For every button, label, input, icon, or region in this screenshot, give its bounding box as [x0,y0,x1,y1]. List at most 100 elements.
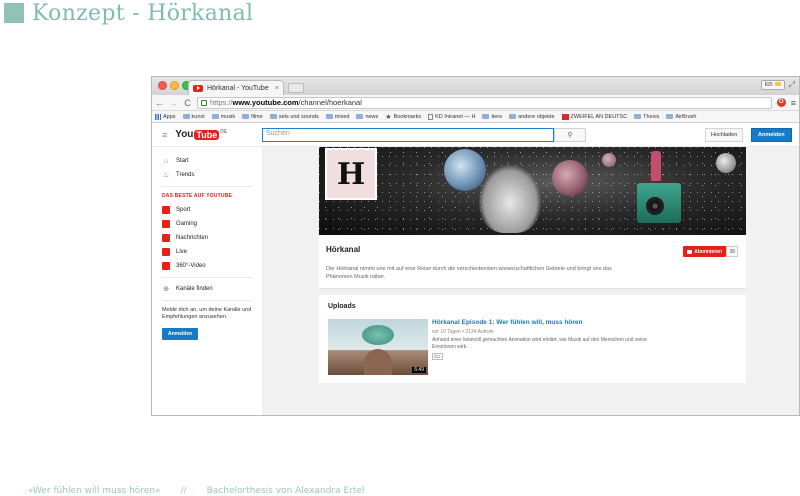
folder-icon [356,114,364,119]
user-label: Ich [764,82,773,88]
sidebar-item-start[interactable]: ⌂ Start [162,154,252,168]
sidebar-item-find-channels[interactable]: ⊕ Kanäle finden [162,282,252,296]
bookmark-bookmarks[interactable]: ★ Bookmarks [385,113,421,121]
plus-circle-icon: ⊕ [163,286,169,293]
sidebar-divider [162,300,252,301]
sidebar-item-live[interactable]: Live [162,245,252,259]
guide-menu-icon[interactable]: ≡ [162,130,167,140]
live-icon [162,248,170,256]
fullscreen-icon[interactable]: ⤢ [789,80,795,90]
channel-content: H Hörkanal Abonnieren 38 Der Hörkanal ni… [319,147,746,383]
pink-planet-illustration [552,160,588,196]
title-square-icon [4,3,24,23]
slide-title: Konzept - Hörkanal [0,0,253,26]
channel-description: Der Hörkanal nimmt une mit auf eine Reis… [326,266,612,280]
youtube-favicon-icon [193,84,203,92]
home-icon: ⌂ [163,157,169,165]
video-thumbnail[interactable]: 6:49 [328,319,428,375]
folder-icon [242,114,250,119]
folder-icon [325,114,333,119]
bookmark-folder[interactable]: filme [242,114,263,120]
sidebar-divider [162,277,252,278]
back-arrow-icon[interactable]: ← [155,98,164,108]
bookmark-folder[interactable]: kunst [182,114,205,120]
subscriber-count: 38 [726,246,738,257]
forward-arrow-icon[interactable]: → [169,98,178,108]
bookmark-folder[interactable]: tiere [482,114,502,120]
sidebar-item-360-video[interactable]: 360°-Video [162,259,252,273]
folder-icon [182,114,190,119]
youtube-logo[interactable]: You Tube DE [175,129,227,140]
close-window-button[interactable] [158,81,167,90]
bookmark-folder[interactable]: Thesis [634,114,659,120]
video-title-link[interactable]: Hörkanal Episode 1: Wer fühlen will, mus… [432,319,583,326]
bookmark-apps[interactable]: Apps [155,113,176,120]
reload-icon[interactable]: C [183,98,192,108]
bookmark-intranet[interactable]: KD Intranet — H [428,113,475,120]
tab-title: Hörkanal - YouTube [207,84,269,92]
uploads-section: Uploads 6:49 Hörkanal Episode 1: Wer füh… [319,295,746,383]
subscribe-button[interactable]: Abonnieren [683,246,726,257]
news-icon [162,234,170,242]
bookmark-folder[interactable]: mixed [325,114,349,120]
footer-author: Bachelorthesis von Alexandra Ertel [206,486,365,496]
bookmark-folder[interactable]: musik [211,114,235,120]
search-input[interactable]: Suchen [262,128,554,142]
sidebar-item-gaming[interactable]: Gaming [162,217,252,231]
folder-icon [211,114,219,119]
bookmark-folder[interactable]: news [356,114,378,120]
search-button[interactable]: ⚲ [554,128,586,142]
rabbit-illustration [479,165,541,233]
grey-planet-illustration [716,153,736,173]
profile-pill-icon [774,82,781,86]
url-host: www.youtube.com [232,98,299,107]
small-planet-illustration [602,153,616,167]
bookmark-folder[interactable]: AirBrush [666,114,696,120]
star-icon: ★ [385,113,392,121]
folder-icon [482,114,490,119]
sidebar-divider [162,186,252,187]
video-meta: vor 10 Tagen • 2134 Aufrufe [432,329,494,335]
opera-extension-icon[interactable]: O [776,98,786,107]
cc-badge: CC [432,353,443,360]
play-icon [687,249,693,254]
slide-title-text: Konzept - Hörkanal [32,0,254,26]
menu-icon[interactable]: ≡ [791,98,796,108]
channel-info: Hörkanal Abonnieren 38 Der Hörkanal nimm… [319,235,746,289]
sidebar-item-news[interactable]: Nachrichten [162,231,252,245]
upload-button[interactable]: Hochladen [705,128,744,142]
sign-in-button[interactable]: Anmelden [751,128,792,142]
tab-youtube[interactable]: Hörkanal - YouTube × [188,80,284,95]
footer-quote: »Wer fühlen will muss hören« [28,486,161,496]
sidebar-item-sport[interactable]: Sport [162,203,252,217]
sidebar-section-heading: DAS BESTE AUF YOUTUBE [162,193,233,199]
bookmark-folder[interactable]: andere objekte [509,114,555,120]
bookmark-folder[interactable]: sets und sounds [269,114,319,120]
youtube-page: ≡ You Tube DE Suchen ⚲ Hochladen Anmelden … [152,123,799,415]
360-video-icon [162,262,170,270]
folder-icon [634,114,642,119]
document-icon [428,113,434,120]
slide-footer: »Wer fühlen will muss hören« // Bachelor… [28,486,364,496]
bookmark-zweifel[interactable]: ZWEIFEL AN DEUTSC [561,113,627,120]
new-tab-button[interactable] [288,83,304,93]
gaming-icon [162,220,170,228]
tab-close-icon[interactable]: × [275,85,279,92]
folder-icon [666,114,674,119]
user-profile-button[interactable]: Ich [760,80,785,90]
bookmarks-bar: Apps kunst musik filme sets und sounds m… [152,111,799,123]
presentation-slide: Konzept - Hörkanal Hörkanal - YouTube × … [0,0,800,496]
minimize-window-button[interactable] [170,81,179,90]
channel-avatar[interactable]: H [325,148,377,200]
sidebar-item-trends[interactable]: ♨ Trends [162,168,252,182]
sidebar-sign-in-button[interactable]: Anmelden [162,327,199,340]
flame-icon: ♨ [162,172,170,179]
footer-separator: // [180,486,187,496]
folder-icon [269,114,277,119]
window-controls [158,81,191,90]
browser-window: Hörkanal - YouTube × Ich ⤢ ← → C https:/… [151,76,800,416]
zweifel-logo-icon [561,113,569,120]
channel-name: Hörkanal [326,245,361,254]
address-bar[interactable]: https://www.youtube.com/channel/hoerkana… [197,96,772,109]
video-duration: 6:49 [412,367,426,373]
